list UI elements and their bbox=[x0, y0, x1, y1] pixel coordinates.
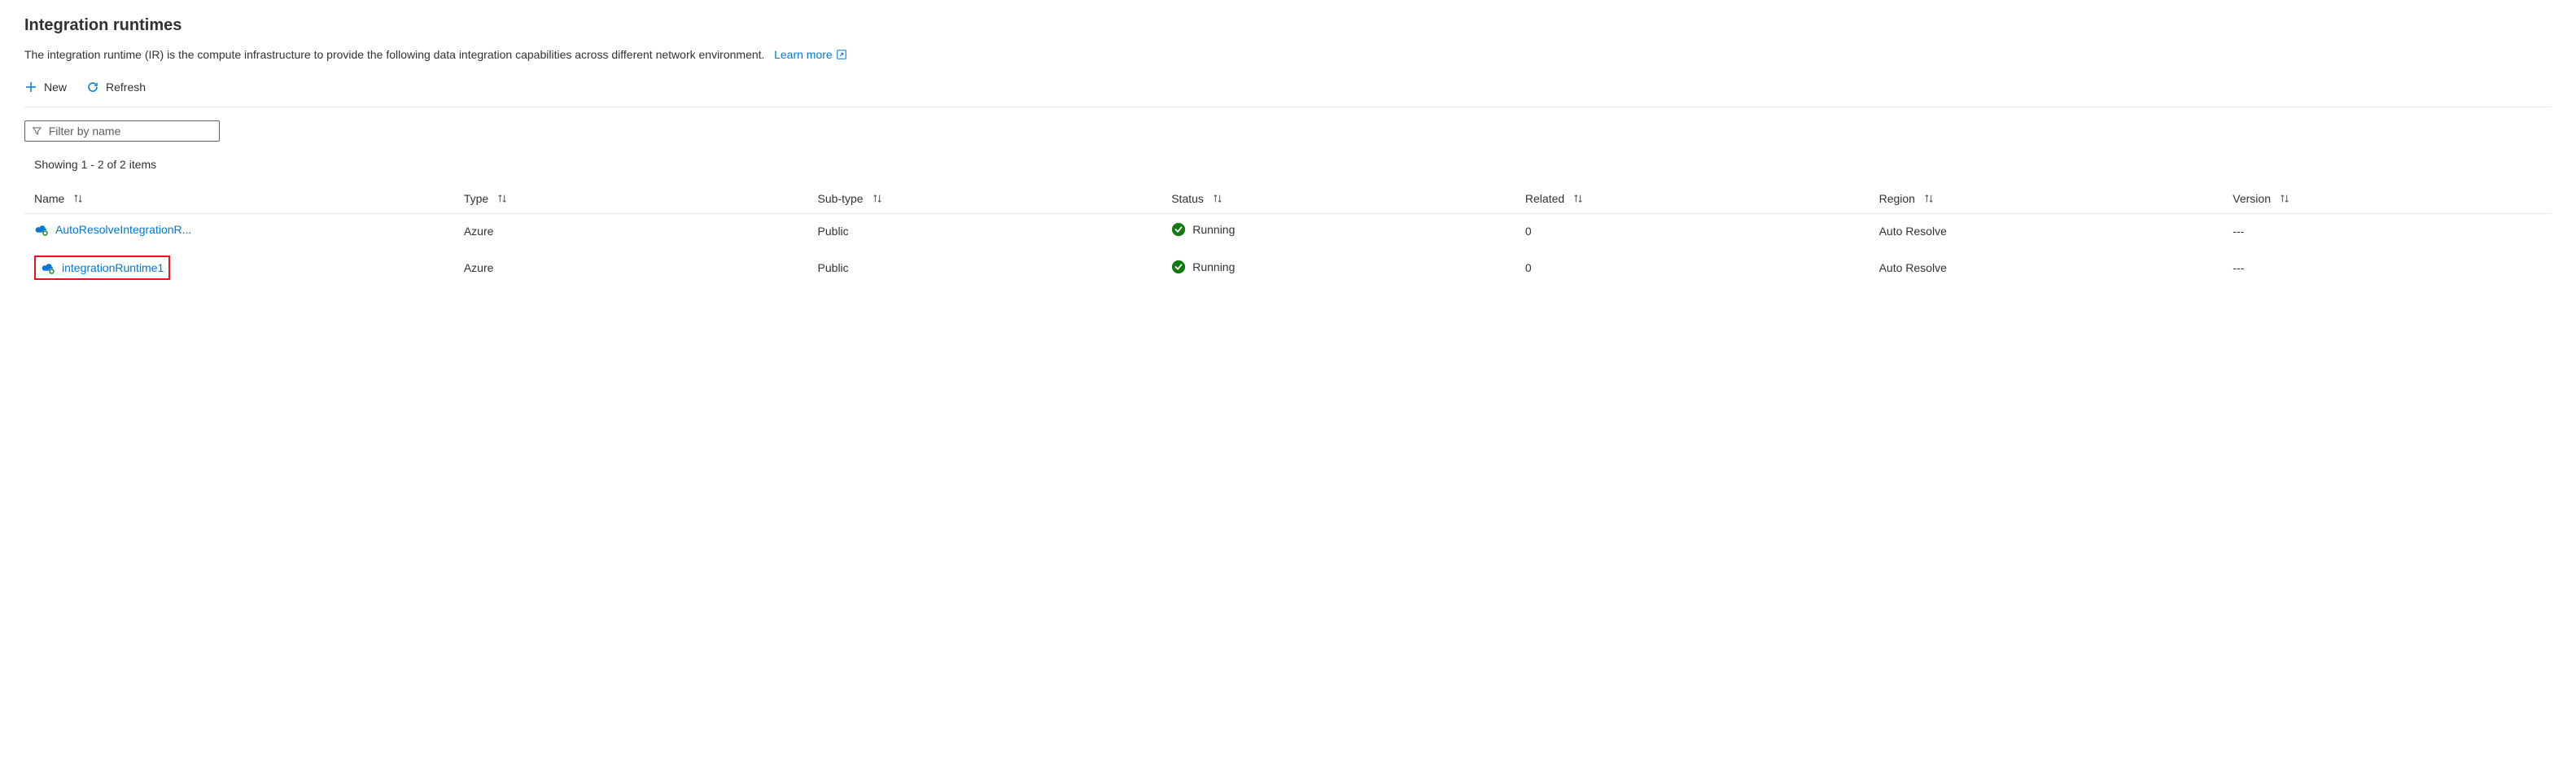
new-label: New bbox=[44, 81, 67, 94]
cell-subtype: Public bbox=[808, 214, 1162, 248]
name-cell: AutoResolveIntegrationR... bbox=[34, 222, 191, 237]
sort-icon bbox=[1212, 193, 1223, 204]
sort-icon bbox=[1572, 193, 1584, 204]
filter-input[interactable] bbox=[49, 125, 212, 138]
column-related-label: Related bbox=[1525, 192, 1564, 205]
refresh-label: Refresh bbox=[106, 81, 146, 94]
learn-more-label: Learn more bbox=[774, 48, 833, 61]
refresh-button[interactable]: Refresh bbox=[86, 77, 146, 97]
status-text: Running bbox=[1192, 223, 1235, 236]
check-circle-icon bbox=[1171, 222, 1186, 237]
column-header-name[interactable]: Name bbox=[34, 192, 84, 205]
plus-icon bbox=[24, 81, 37, 94]
cloud-icon bbox=[34, 222, 49, 237]
cell-version: --- bbox=[2223, 214, 2552, 248]
name-cell: integrationRuntime1 bbox=[34, 256, 170, 280]
runtime-name-link[interactable]: integrationRuntime1 bbox=[62, 261, 164, 274]
external-link-icon bbox=[836, 49, 847, 60]
column-header-subtype[interactable]: Sub-type bbox=[818, 192, 883, 205]
toolbar: New Refresh bbox=[24, 77, 2552, 107]
column-type-label: Type bbox=[464, 192, 488, 205]
cloud-icon bbox=[41, 260, 55, 275]
runtimes-table: Name Type Sub-type bbox=[24, 184, 2552, 288]
table-row: AutoResolveIntegrationR... AzurePublic Ru… bbox=[24, 214, 2552, 248]
status-text: Running bbox=[1192, 260, 1235, 273]
cell-region: Auto Resolve bbox=[1870, 247, 2224, 288]
cell-version: --- bbox=[2223, 247, 2552, 288]
filter-input-wrapper[interactable] bbox=[24, 120, 220, 142]
cell-subtype: Public bbox=[808, 247, 1162, 288]
sort-icon bbox=[1923, 193, 1935, 204]
sort-icon bbox=[496, 193, 508, 204]
column-version-label: Version bbox=[2233, 192, 2271, 205]
cell-related: 0 bbox=[1515, 214, 1870, 248]
column-subtype-label: Sub-type bbox=[818, 192, 864, 205]
column-name-label: Name bbox=[34, 192, 64, 205]
column-header-version[interactable]: Version bbox=[2233, 192, 2290, 205]
status-cell: Running bbox=[1171, 222, 1235, 237]
column-status-label: Status bbox=[1171, 192, 1204, 205]
column-region-label: Region bbox=[1879, 192, 1915, 205]
new-button[interactable]: New bbox=[24, 77, 67, 97]
filter-container bbox=[24, 120, 2552, 142]
column-header-type[interactable]: Type bbox=[464, 192, 508, 205]
check-circle-icon bbox=[1171, 260, 1186, 274]
cell-region: Auto Resolve bbox=[1870, 214, 2224, 248]
description-text: The integration runtime (IR) is the comp… bbox=[24, 48, 764, 61]
page-description: The integration runtime (IR) is the comp… bbox=[24, 48, 2552, 61]
cell-type: Azure bbox=[454, 214, 808, 248]
sort-icon bbox=[72, 193, 84, 204]
column-header-status[interactable]: Status bbox=[1171, 192, 1223, 205]
table-row: integrationRuntime1 AzurePublic Running 0A… bbox=[24, 247, 2552, 288]
showing-count: Showing 1 - 2 of 2 items bbox=[24, 158, 2552, 171]
refresh-icon bbox=[86, 81, 99, 94]
filter-icon bbox=[32, 125, 42, 137]
cell-related: 0 bbox=[1515, 247, 1870, 288]
cell-type: Azure bbox=[454, 247, 808, 288]
status-cell: Running bbox=[1171, 260, 1235, 274]
learn-more-link[interactable]: Learn more bbox=[774, 48, 847, 61]
sort-icon bbox=[872, 193, 883, 204]
column-header-region[interactable]: Region bbox=[1879, 192, 1935, 205]
runtime-name-link[interactable]: AutoResolveIntegrationR... bbox=[55, 223, 191, 236]
page-title: Integration runtimes bbox=[24, 16, 2552, 35]
sort-icon bbox=[2279, 193, 2290, 204]
column-header-related[interactable]: Related bbox=[1525, 192, 1584, 205]
